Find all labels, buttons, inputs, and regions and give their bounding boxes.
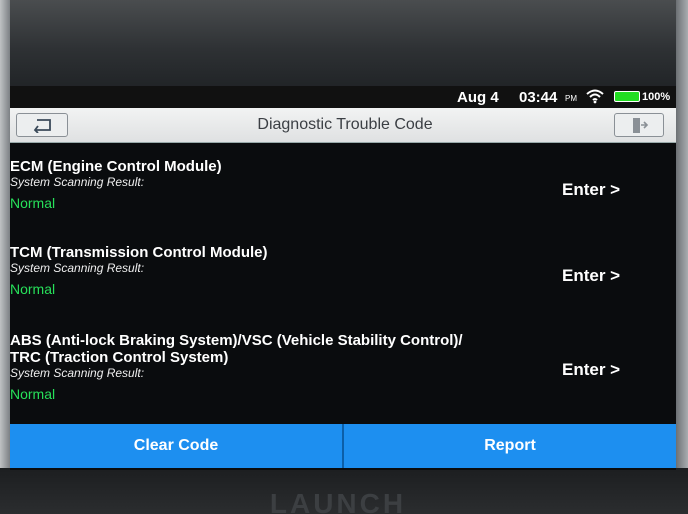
module-name: TCM (Transmission Control Module): [10, 244, 268, 261]
status-time: 03:44: [519, 89, 558, 106]
scan-result-status: Normal: [10, 386, 56, 402]
status-date: Aug 4: [457, 89, 499, 106]
device-bezel-right: [676, 0, 688, 514]
page-title: Diagnostic Trouble Code: [257, 116, 433, 133]
clear-code-button[interactable]: Clear Code: [10, 424, 342, 468]
list-item-tcm[interactable]: TCM (Transmission Control Module) System…: [10, 244, 676, 298]
battery-percent: 100%: [642, 91, 671, 103]
report-button[interactable]: Report: [342, 424, 676, 468]
list-item-abs[interactable]: ABS (Anti-lock Braking System)/VSC (Vehi…: [10, 332, 676, 403]
exit-icon: [633, 118, 649, 133]
enter-button[interactable]: Enter >: [562, 180, 620, 200]
enter-button[interactable]: Enter >: [562, 266, 620, 286]
back-button[interactable]: [16, 113, 68, 137]
battery-icon: [614, 91, 640, 102]
device-screen: Aug 4 03:44 PM 100% Diagnostic Trouble C…: [10, 86, 676, 470]
exit-button[interactable]: [614, 113, 664, 137]
list-item-ecm[interactable]: ECM (Engine Control Module) System Scann…: [10, 158, 676, 212]
module-name: ECM (Engine Control Module): [10, 158, 222, 175]
bottom-button-bar: Clear Code Report: [10, 424, 676, 468]
enter-button[interactable]: Enter >: [562, 360, 620, 380]
wifi-icon: [586, 88, 604, 104]
device-bezel-left: [0, 0, 10, 514]
module-name: ABS (Anti-lock Braking System)/VSC (Vehi…: [10, 332, 463, 349]
module-list: ECM (Engine Control Module) System Scann…: [10, 142, 676, 424]
back-arrow-icon: [33, 119, 51, 133]
title-bar: Diagnostic Trouble Code: [10, 108, 676, 143]
device-brand-logo: LAUNCH: [269, 488, 407, 514]
photo-background: [0, 0, 688, 90]
status-bar: Aug 4 03:44 PM 100%: [10, 86, 676, 108]
status-ampm: PM: [565, 94, 577, 103]
